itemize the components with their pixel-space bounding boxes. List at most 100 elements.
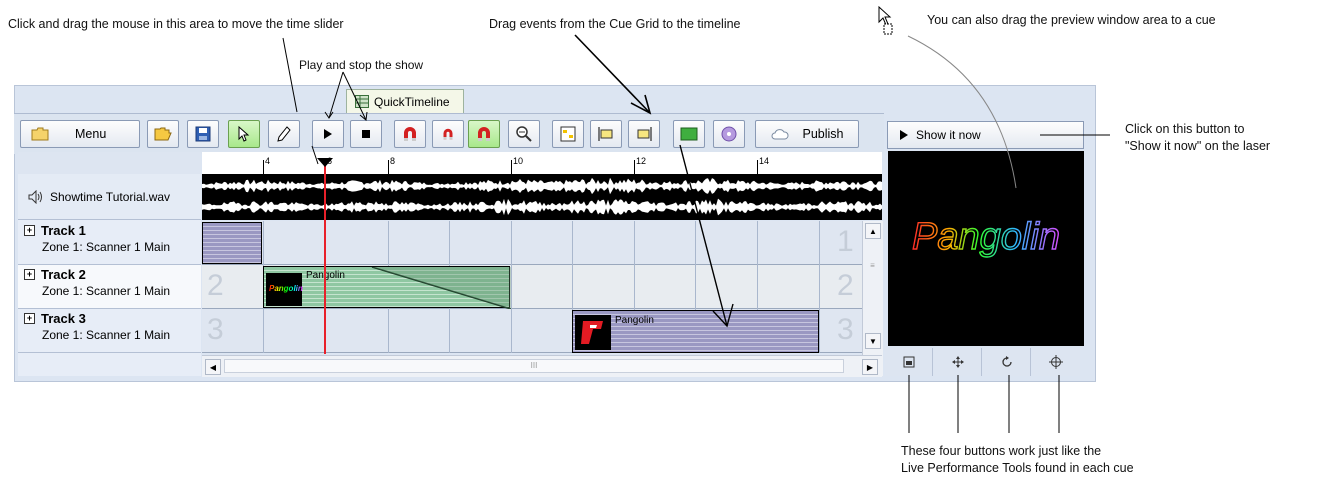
tab-quicktimeline[interactable]: QuickTimeline [346,89,464,113]
thumb-text: Pangolin [269,284,303,293]
expand-icon[interactable]: + [24,225,35,236]
cue-preview-button[interactable] [673,120,705,148]
scroll-right-icon[interactable]: ▶ [862,359,878,375]
size-icon [903,356,914,368]
save-button[interactable] [187,120,219,148]
cue-clip-track2[interactable]: Pangolin Pangolin [263,266,511,309]
annotation-time-slider: Click and drag the mouse in this area to… [8,17,344,31]
scroll-left-icon[interactable]: ◀ [205,359,221,375]
fit-all-button[interactable] [552,120,584,148]
show-it-now-button[interactable]: Show it now [887,121,1084,149]
ruler-tick-line [263,160,264,174]
header-corner [18,152,201,175]
track-header-1[interactable]: + Track 1 Zone 1: Scanner 1 Main [18,221,201,265]
align-left-icon [598,127,613,141]
ruler-tick-line [511,160,512,174]
move-icon [951,356,964,368]
playhead-line[interactable] [324,159,326,354]
track-name: Track 1 [41,223,86,238]
scroll-up-icon[interactable]: ▲ [865,223,881,239]
play-button[interactable] [312,120,344,148]
vertical-scrollbar[interactable]: ▲ ≡ ▼ [862,221,883,376]
align-right-icon [637,127,652,141]
track-name: Track 3 [41,311,86,326]
speaker-icon [28,189,42,204]
annotation-show-it-now-1: Click on this button to [1125,122,1245,136]
ruler-tick-line [757,160,758,174]
time-ruler[interactable] [202,152,882,175]
folder-icon [31,127,49,141]
annotation-drag-events: Drag events from the Cue Grid to the tim… [489,17,741,31]
magnet-active-button[interactable] [468,120,500,148]
fit-all-icon [560,126,576,142]
stop-icon [362,130,370,138]
menu-button[interactable]: Menu [20,120,140,148]
annotation-show-it-now-2: "Show it now" on the laser [1125,139,1271,153]
grid-line [511,221,512,353]
track-header-3[interactable]: + Track 3 Zone 1: Scanner 1 Main [18,309,201,353]
cue-clip-track3[interactable]: Pangolin [572,310,819,353]
scroll-thumb[interactable]: III [224,359,844,373]
magnet-small-button[interactable] [432,120,464,148]
ruler-tick-line [388,160,389,174]
rotate-icon [1001,356,1012,367]
playhead-handle-icon[interactable] [317,158,333,168]
track-number-watermark: 3 [207,313,224,346]
disc-icon [721,126,737,142]
clip-name: Pangolin [615,315,654,326]
menu-label: Menu [75,127,107,141]
clip-thumbnail: Pangolin [266,273,303,306]
live-tool-move-button[interactable] [934,348,982,376]
cue-clip-track1[interactable] [202,222,262,264]
laser-text: Pangolin [912,216,1060,258]
align-right-button[interactable] [628,120,660,148]
expand-icon[interactable]: + [24,269,35,280]
stop-button[interactable] [350,120,382,148]
track-name: Track 2 [41,267,86,282]
ruler-tick-label: 8 [390,156,396,166]
pencil-icon [277,126,291,142]
open-button[interactable] [147,120,179,148]
track-lane-1[interactable] [202,221,869,265]
disc-button[interactable] [713,120,745,148]
drag-cursor-icon [878,6,893,35]
scroll-thumb[interactable]: ≡ [868,261,877,301]
align-left-button[interactable] [590,120,622,148]
publish-button[interactable]: Publish [755,120,859,148]
live-tool-position-button[interactable] [1032,348,1080,376]
ruler-tick-label: 10 [513,156,524,166]
live-tool-size-button[interactable] [885,348,933,376]
crosshair-icon [1049,355,1063,369]
track-number-watermark: 2 [837,269,854,302]
timeline-icon [355,95,369,108]
annotation-play-stop: Play and stop the show [299,58,424,72]
magnet-snap-button[interactable] [394,120,426,148]
expand-icon[interactable]: + [24,313,35,324]
screen-icon [680,127,698,141]
magnet-active-icon [478,127,490,141]
track-number-watermark: 1 [837,225,854,258]
pencil-tool-button[interactable] [268,120,300,148]
show-it-now-label: Show it now [916,128,981,142]
arrow-pointer-icon [238,126,250,142]
small-magnet-icon [443,128,453,140]
laser-preview-window[interactable]: Pangolin [888,151,1084,346]
zoom-button[interactable] [508,120,540,148]
cloud-icon [771,129,788,140]
horizontal-scrollbar[interactable]: ◀ III ▶ [202,355,882,377]
select-tool-button[interactable] [228,120,260,148]
play-icon [900,130,908,140]
save-icon [195,126,211,142]
track-zone: Zone 1: Scanner 1 Main [42,240,171,254]
track-number-watermark: 3 [837,313,854,346]
audio-file-name: Showtime Tutorial.wav [50,189,171,204]
live-tool-rotate-button[interactable] [983,348,1031,376]
ruler-tick-label: 4 [265,156,271,166]
zoom-icon [516,126,532,142]
audio-waveform[interactable] [202,174,882,220]
track-header-2[interactable]: + Track 2 Zone 1: Scanner 1 Main [18,265,201,309]
grid-line [819,221,820,353]
magnet-icon [404,127,416,141]
scroll-down-icon[interactable]: ▼ [865,333,881,349]
ruler-tick-label: 14 [759,156,770,166]
